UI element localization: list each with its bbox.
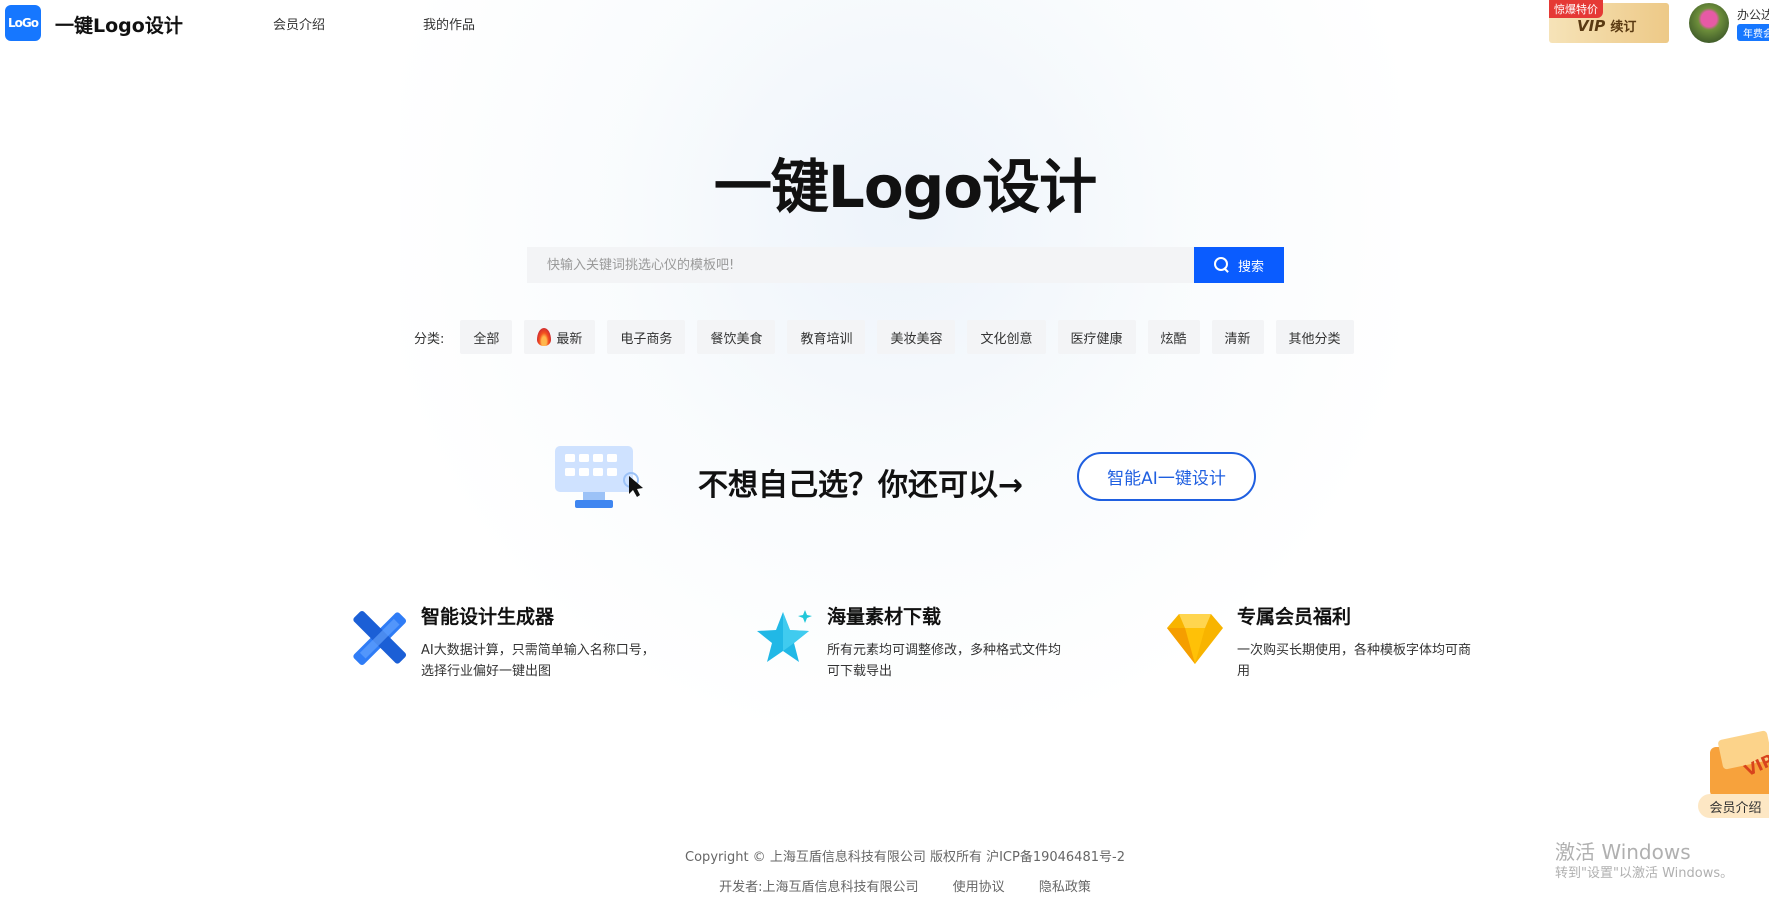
footer-developer: 开发者:上海互盾信息科技有限公司 — [719, 880, 919, 895]
activation-watermark-hint: 转到"设置"以激活 Windows。 — [1555, 866, 1734, 881]
user-avatar[interactable] — [1689, 3, 1729, 43]
category-latest[interactable]: 最新 — [524, 320, 596, 354]
monitor-icon — [555, 446, 643, 508]
nav-member-intro[interactable]: 会员介绍 — [273, 14, 325, 33]
pencil-ruler-icon — [353, 610, 407, 666]
feature-materials: 海量素材下载 所有元素均可调整修改，多种格式文件均可下载导出 — [755, 600, 1095, 690]
category-education[interactable]: 教育培训 — [787, 320, 866, 354]
feature-member-benefits: 专属会员福利 一次购买长期使用，各种模板字体均可商用 — [1165, 600, 1505, 690]
feature-desc: 所有元素均可调整修改，多种格式文件均可下载导出 — [827, 643, 1062, 679]
page-title: 一键Logo设计 — [713, 153, 1097, 221]
category-cool[interactable]: 炫酷 — [1147, 320, 1200, 354]
star-icon — [757, 610, 812, 662]
nav-my-works[interactable]: 我的作品 — [423, 14, 475, 33]
top-header: LoGo 一键Logo设计 会员介绍 我的作品 惊爆特价 VIP 续订 办公达人… — [0, 0, 1769, 45]
category-label: 分类: — [414, 331, 445, 347]
diamond-icon — [1167, 614, 1223, 664]
vip-renew-button[interactable]: 惊爆特价 VIP 续订 — [1549, 0, 1669, 43]
category-medical[interactable]: 医疗健康 — [1057, 320, 1136, 354]
side-member-intro-button[interactable]: 会员介绍 — [1698, 794, 1769, 818]
footer-privacy-link[interactable]: 隐私政策 — [1039, 880, 1091, 895]
promo-text: 不想自己选？你还可以→ — [698, 468, 1024, 503]
app-logo[interactable]: LoGo — [5, 5, 41, 41]
feature-title: 智能设计生成器 — [421, 606, 555, 628]
category-ecommerce[interactable]: 电子商务 — [607, 320, 686, 354]
user-name[interactable]: 办公达人 — [1737, 6, 1769, 23]
category-other[interactable]: 其他分类 — [1275, 320, 1354, 354]
search-icon — [1213, 257, 1230, 273]
category-culture[interactable]: 文化创意 — [967, 320, 1046, 354]
feature-title: 专属会员福利 — [1237, 606, 1352, 628]
category-beauty[interactable]: 美妆美容 — [877, 320, 956, 354]
ai-design-button[interactable]: 智能AI一键设计 — [1077, 452, 1256, 501]
feature-desc: 一次购买长期使用，各种模板字体均可商用 — [1237, 643, 1472, 679]
feature-desc: AI大数据计算，只需简单输入名称口号，选择行业偏好一键出图 — [421, 643, 655, 679]
search-button[interactable]: 搜索 — [1194, 247, 1284, 283]
member-badge: 年费会员 — [1737, 24, 1769, 41]
activation-watermark: 激活 Windows — [1555, 840, 1691, 864]
category-all[interactable]: 全部 — [460, 320, 513, 354]
brand-name[interactable]: 一键Logo设计 — [55, 11, 183, 38]
fire-icon — [537, 328, 552, 346]
category-food[interactable]: 餐饮美食 — [697, 320, 776, 354]
category-filter: 分类: 全部 最新 电子商务 餐饮美食 教育培训 美妆美容 文化创意 医疗健康 … — [414, 320, 1366, 354]
footer-terms-link[interactable]: 使用协议 — [953, 880, 1005, 895]
search-bar: 搜索 — [527, 247, 1284, 283]
footer-links: 开发者:上海互盾信息科技有限公司 使用协议 隐私政策 — [0, 876, 1769, 895]
search-input[interactable] — [527, 247, 1194, 283]
vip-renew-label: VIP 续订 — [1577, 17, 1637, 35]
search-button-label: 搜索 — [1237, 259, 1264, 275]
category-fresh[interactable]: 清新 — [1211, 320, 1264, 354]
footer-copyright: Copyright © 上海互盾信息科技有限公司 版权所有 沪ICP备19046… — [685, 850, 1125, 865]
feature-title: 海量素材下载 — [827, 606, 942, 628]
feature-smart-generator: 智能设计生成器 AI大数据计算，只需简单输入名称口号，选择行业偏好一键出图 — [349, 600, 689, 690]
